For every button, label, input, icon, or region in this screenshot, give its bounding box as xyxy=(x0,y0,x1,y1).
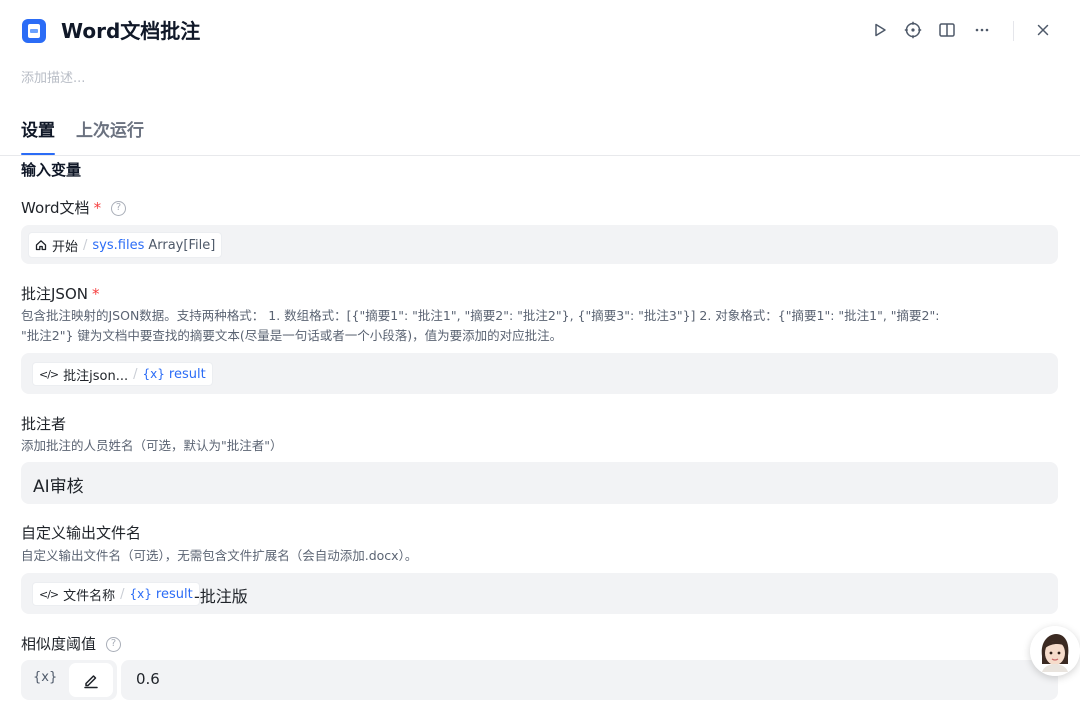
comment-json-label: 批注JSON * xyxy=(21,283,99,305)
run-icon[interactable] xyxy=(870,20,890,40)
similarity-label-text: 相似度阈值 xyxy=(21,635,97,653)
word-doc-label: Word文档 * ? xyxy=(21,197,127,219)
variable-chip[interactable]: 开始 / sys.files Array[File] xyxy=(28,232,223,258)
help-icon[interactable]: ? xyxy=(106,636,122,652)
tab-settings[interactable]: 设置 xyxy=(21,118,55,144)
close-icon[interactable] xyxy=(1033,20,1053,40)
similarity-input[interactable]: 0.6 xyxy=(121,660,1058,700)
panel-header: Word文档批注 xyxy=(0,0,1080,64)
home-icon xyxy=(35,239,47,251)
variable-icon: {x} xyxy=(142,367,165,381)
chip-type: Array[File] xyxy=(148,237,216,253)
input-mode-toggle: {x} xyxy=(21,660,117,700)
chip-variable: sys.files xyxy=(92,237,145,253)
book-icon[interactable] xyxy=(937,20,957,40)
filename-suffix: -批注版 xyxy=(194,587,248,606)
chip-separator: / xyxy=(83,237,88,253)
word-doc-label-text: Word文档 xyxy=(21,199,90,217)
word-doc-app-icon xyxy=(22,19,46,43)
comment-json-hint-line2: "批注2"} 键为文档中要查找的摘要文本(尽量是一句话或者一个小段落)，值为要添… xyxy=(21,328,563,343)
constant-mode-button[interactable] xyxy=(69,663,113,697)
variable-mode-button[interactable]: {x} xyxy=(33,670,57,685)
section-title-input-variables: 输入变量 xyxy=(21,161,82,179)
output-filename-hint: 自定义输出文件名（可选），无需包含文件扩展名（会自动添加.docx）。 xyxy=(21,548,418,563)
help-icon[interactable]: ? xyxy=(111,200,127,216)
variable-icon: {x} xyxy=(129,587,152,601)
output-filename-label: 自定义输出文件名 xyxy=(21,524,142,542)
tab-last-run[interactable]: 上次运行 xyxy=(76,118,144,144)
annotator-label: 批注者 xyxy=(21,415,67,433)
variable-chip[interactable]: </> 批注json... / {x} result xyxy=(32,362,213,386)
annotator-input[interactable]: AI审核 xyxy=(21,462,1058,504)
chip-variable: result xyxy=(168,366,206,382)
variable-chip[interactable]: </> 文件名称 / {x} result xyxy=(32,582,200,606)
comment-json-field[interactable]: </> 批注json... / {x} result xyxy=(21,353,1058,394)
required-mark: * xyxy=(93,199,102,217)
similarity-value: 0.6 xyxy=(136,670,160,688)
code-icon: </> xyxy=(39,587,59,601)
panel-title: Word文档批注 xyxy=(61,19,201,43)
code-icon: </> xyxy=(39,367,59,381)
chip-source: 开始 xyxy=(52,239,79,255)
chip-separator: / xyxy=(120,586,125,602)
chip-variable: result xyxy=(155,586,193,602)
more-icon[interactable] xyxy=(972,20,992,40)
word-doc-field[interactable]: 开始 / sys.files Array[File] xyxy=(21,225,1058,264)
comment-json-hint-line1: 包含批注映射的JSON数据。支持两种格式： 1. 数组格式：[{"摘要1": "… xyxy=(21,308,940,323)
annotator-value: AI审核 xyxy=(33,477,84,497)
header-divider xyxy=(1013,21,1014,41)
output-filename-field[interactable]: </> 文件名称 / {x} result -批注版 xyxy=(21,573,1058,614)
chip-separator: / xyxy=(133,366,138,382)
locate-icon[interactable] xyxy=(903,20,923,40)
required-mark: * xyxy=(91,285,100,303)
chip-source: 文件名称 xyxy=(63,588,116,604)
tab-divider xyxy=(0,155,1080,156)
comment-json-label-text: 批注JSON xyxy=(21,285,88,303)
similarity-label: 相似度阈值 ? xyxy=(21,633,122,655)
description-input[interactable]: 添加描述... xyxy=(21,69,85,89)
pen-icon xyxy=(84,675,98,689)
similarity-row: {x} 0.6 xyxy=(21,660,1058,700)
assistant-avatar[interactable] xyxy=(1030,626,1080,676)
chip-source: 批注json... xyxy=(63,368,129,384)
annotator-hint: 添加批注的人员姓名（可选，默认为"批注者"） xyxy=(21,438,283,453)
